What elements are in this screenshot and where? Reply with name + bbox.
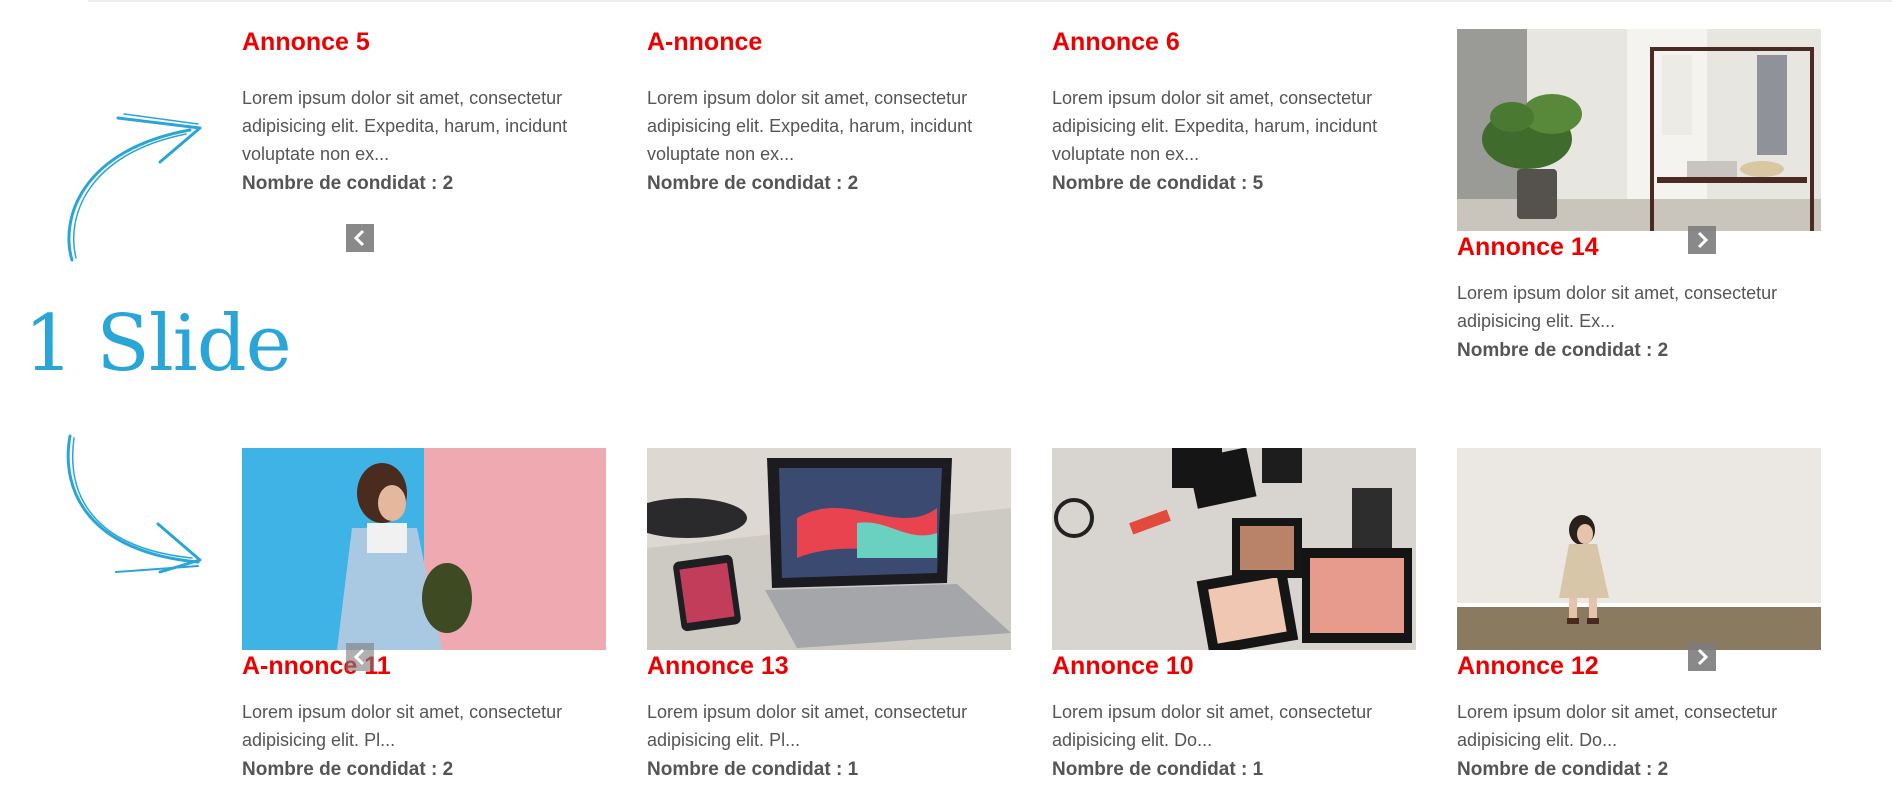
chevron-left-icon — [353, 229, 365, 247]
card-description: Lorem ipsum dolor sit amet, consectetur … — [647, 88, 973, 164]
card-title[interactable]: Annonce 14 — [1457, 231, 1821, 263]
candidate-count: Nombre de condidat : 2 — [242, 759, 454, 780]
laptop-drone-photo[interactable] — [647, 448, 1011, 650]
job-card[interactable]: Annonce 12 Lorem ipsum dolor sit amet, c… — [1457, 448, 1821, 784]
card-description: Lorem ipsum dolor sit amet, consectetur … — [1052, 88, 1378, 164]
job-card[interactable]: Annonce 5 Lorem ipsum dolor sit amet, co… — [242, 26, 606, 198]
card-title[interactable]: Annonce 10 — [1052, 650, 1416, 682]
candidate-count: Nombre de condidat : 1 — [1052, 759, 1264, 780]
card-description: Lorem ipsum dolor sit amet, consectetur … — [242, 88, 568, 164]
card-description: Lorem ipsum dolor sit amet, consectetur … — [647, 702, 968, 750]
curved-arrow-down-icon — [66, 434, 202, 574]
clothing-rack-photo[interactable] — [1457, 29, 1821, 231]
job-card[interactable]: Annonce 14 Lorem ipsum dolor sit amet, c… — [1457, 29, 1821, 365]
card-description: Lorem ipsum dolor sit amet, consectetur … — [1457, 283, 1778, 331]
job-card[interactable]: Annonce 6 Lorem ipsum dolor sit amet, co… — [1052, 26, 1416, 198]
job-card[interactable]: A-nnonce Lorem ipsum dolor sit amet, con… — [647, 26, 1011, 198]
candidate-count: Nombre de condidat : 2 — [242, 173, 454, 194]
candidate-count: Nombre de condidat : 2 — [647, 173, 859, 194]
child-standing-photo[interactable] — [1457, 448, 1821, 650]
candidate-count: Nombre de condidat : 5 — [1052, 173, 1264, 194]
card-description: Lorem ipsum dolor sit amet, consectetur … — [1457, 702, 1778, 750]
carousel-prev-button[interactable] — [346, 643, 374, 671]
chevron-left-icon — [353, 648, 365, 666]
card-title[interactable]: Annonce 5 — [242, 26, 606, 58]
carousel-next-button[interactable] — [1688, 643, 1716, 671]
card-title[interactable]: Annonce 6 — [1052, 26, 1416, 58]
curved-arrow-up-icon — [67, 113, 202, 262]
carousel-next-button[interactable] — [1688, 226, 1716, 254]
card-title[interactable]: A-nnonce — [647, 26, 1011, 58]
candidate-count: Nombre de condidat : 2 — [1457, 340, 1669, 361]
card-title[interactable]: A-nnonce 11 — [242, 650, 606, 682]
job-card[interactable]: Annonce 10 Lorem ipsum dolor sit amet, c… — [1052, 448, 1416, 784]
card-title[interactable]: Annonce 12 — [1457, 650, 1821, 682]
card-description: Lorem ipsum dolor sit amet, consectetur … — [242, 702, 563, 750]
chevron-right-icon — [1697, 231, 1709, 249]
chevron-right-icon — [1697, 648, 1709, 666]
job-card[interactable]: A-nnonce 11 Lorem ipsum dolor sit amet, … — [242, 448, 606, 784]
woman-denim-jacket-photo[interactable] — [242, 448, 606, 650]
makeup-palettes-photo[interactable] — [1052, 448, 1416, 650]
job-card[interactable]: Annonce 13 Lorem ipsum dolor sit amet, c… — [647, 448, 1011, 784]
slide-annotation-label: 1 Slide — [24, 299, 292, 389]
card-title[interactable]: Annonce 13 — [647, 650, 1011, 682]
candidate-count: Nombre de condidat : 2 — [1457, 759, 1669, 780]
card-description: Lorem ipsum dolor sit amet, consectetur … — [1052, 702, 1373, 750]
candidate-count: Nombre de condidat : 1 — [647, 759, 859, 780]
top-divider — [88, 0, 1892, 2]
carousel-prev-button[interactable] — [346, 224, 374, 252]
